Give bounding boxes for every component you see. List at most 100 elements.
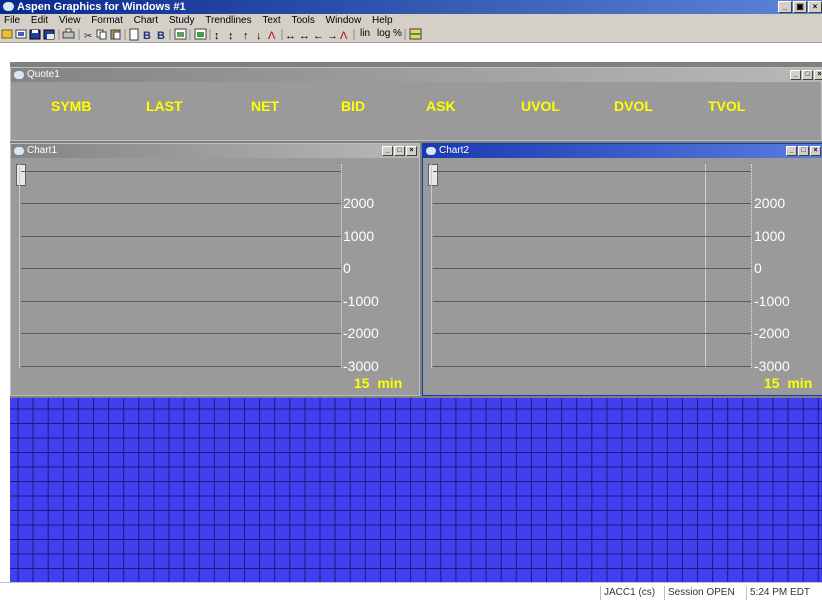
chart2-y-label: 0: [754, 260, 762, 276]
quote-col-dvol[interactable]: DVOL: [614, 98, 653, 114]
menu-edit[interactable]: Edit: [31, 15, 48, 26]
expand-vertical-icon[interactable]: ↕: [214, 30, 220, 42]
quote-grid-area[interactable]: [10, 398, 822, 582]
new-chart-icon[interactable]: [15, 29, 27, 39]
chart2-gridline: [433, 333, 751, 334]
expand-horizontal-icon[interactable]: ↔: [285, 30, 296, 42]
chart1-y-label: -2000: [343, 325, 379, 341]
quote-col-net[interactable]: NET: [251, 98, 279, 114]
maximize-icon[interactable]: ▣: [793, 1, 807, 13]
paste-icon[interactable]: [110, 29, 121, 40]
red-horizontal-icon[interactable]: Λ: [340, 30, 348, 42]
chart2-gridline: [433, 268, 751, 269]
app-titlebar[interactable]: Aspen Graphics for Windows #1 _ ▣ ×: [0, 0, 822, 14]
svg-text:↓: ↓: [256, 30, 262, 42]
menu-chart[interactable]: Chart: [134, 15, 158, 26]
chart2-y-label: 2000: [754, 195, 786, 211]
log-scale-button[interactable]: log: [377, 28, 390, 40]
chart1-titlebar[interactable]: Chart1 _ □ ×: [11, 144, 419, 158]
maximize-icon[interactable]: □: [394, 146, 405, 156]
menu-file[interactable]: File: [4, 15, 20, 26]
chart1-window-controls: _ □ ×: [381, 146, 417, 160]
chart2-interval-unit: min: [787, 375, 813, 391]
bold-b-alt-icon[interactable]: B: [157, 30, 165, 42]
panel-icon[interactable]: [409, 28, 422, 40]
chart1-y-label: 0: [343, 260, 351, 276]
quote-title: Quote1: [27, 69, 60, 80]
save-icon[interactable]: [29, 29, 41, 40]
maximize-icon[interactable]: □: [798, 146, 809, 156]
save-as-icon[interactable]: [43, 29, 55, 40]
close-icon[interactable]: ×: [808, 1, 822, 13]
chart1-gridline: [21, 268, 341, 269]
compress-vertical-icon[interactable]: ↕: [228, 30, 234, 42]
minimize-icon[interactable]: _: [382, 146, 393, 156]
close-icon[interactable]: ×: [810, 146, 821, 156]
new-page-icon[interactable]: [129, 28, 139, 41]
minimize-icon[interactable]: _: [790, 70, 801, 80]
percent-scale-button[interactable]: %: [393, 28, 402, 40]
menu-study[interactable]: Study: [169, 15, 195, 26]
quote-col-ask[interactable]: ASK: [426, 98, 456, 114]
svg-text:B: B: [143, 30, 151, 42]
chart2-left-edge: [431, 164, 432, 368]
chart2-plot[interactable]: 2000 1000 0 -1000 -2000 -3000 15 min: [425, 160, 822, 394]
bold-b-icon[interactable]: B: [143, 30, 151, 42]
arrow-up-icon[interactable]: ↑: [243, 30, 249, 42]
chart2-axis-line: [751, 164, 753, 368]
chart1-interval-value: 15: [354, 375, 370, 391]
arrow-down-icon[interactable]: ↓: [256, 30, 262, 42]
quote-col-bid[interactable]: BID: [341, 98, 365, 114]
chart1-gridline: [21, 366, 341, 367]
quote-col-last[interactable]: LAST: [146, 98, 183, 114]
status-session: Session OPEN: [664, 586, 738, 600]
minimize-icon[interactable]: _: [778, 1, 792, 13]
svg-text:B: B: [157, 30, 165, 42]
copy-icon[interactable]: [96, 29, 107, 40]
chart2-window-icon: [426, 147, 436, 155]
arrow-right-icon[interactable]: →: [327, 30, 338, 42]
red-compass-icon[interactable]: Λ: [268, 30, 276, 42]
menu-window[interactable]: Window: [326, 15, 362, 26]
menu-text[interactable]: Text: [262, 15, 280, 26]
status-time: 5:24 PM EDT: [746, 586, 813, 600]
minimize-icon[interactable]: _: [786, 146, 797, 156]
menu-trendlines[interactable]: Trendlines: [205, 15, 251, 26]
maximize-icon[interactable]: □: [802, 70, 813, 80]
toolbar: ✂ B B ↕ ↕ ↑ ↓ Λ ↔ ↔ ← → Λ lin log %: [0, 27, 822, 43]
menu-view[interactable]: View: [59, 15, 81, 26]
chart-window-icon[interactable]: [194, 28, 207, 40]
lin-scale-button[interactable]: lin: [360, 28, 370, 40]
chart1-gridline: [21, 333, 341, 334]
menu-tools[interactable]: Tools: [291, 15, 314, 26]
chart2-y-label: 1000: [754, 228, 786, 244]
window-icon[interactable]: [174, 28, 187, 40]
chart2-scroll-handle[interactable]: [428, 164, 438, 186]
print-icon[interactable]: [62, 28, 75, 39]
chart1-interval-unit: min: [377, 375, 403, 391]
chart1-gridline: [21, 301, 341, 302]
chart1-interval[interactable]: 15 min: [354, 375, 402, 391]
chart1-scroll-handle[interactable]: [16, 164, 26, 186]
chart2-cursor-line: [705, 164, 706, 368]
close-icon[interactable]: ×: [814, 70, 822, 80]
chart2-gridline: [433, 236, 751, 237]
chart1-plot[interactable]: 2000 1000 0 -1000 -2000 -3000 15 min: [13, 160, 417, 394]
quote-col-tvol[interactable]: TVOL: [708, 98, 745, 114]
close-icon[interactable]: ×: [406, 146, 417, 156]
app-icon: [3, 2, 14, 11]
chart2-titlebar[interactable]: Chart2 _ □ ×: [423, 144, 822, 158]
status-bar: JACC1 (cs) Session OPEN 5:24 PM EDT: [0, 582, 822, 602]
arrow-left-icon[interactable]: ←: [313, 30, 324, 42]
chart2-interval[interactable]: 15 min: [764, 375, 812, 391]
quote-col-symb[interactable]: SYMB: [51, 98, 91, 114]
compress-horizontal-icon[interactable]: ↔: [299, 30, 310, 42]
quote-titlebar[interactable]: Quote1 _ □ ×: [11, 68, 822, 82]
chart2-gridline: [433, 366, 751, 367]
menu-format[interactable]: Format: [91, 15, 123, 26]
open-icon[interactable]: [1, 29, 13, 39]
chart1-window: Chart1 _ □ × 2000 1000 0 -1000 -2000 -3000…: [10, 143, 420, 396]
cut-icon[interactable]: ✂: [84, 31, 92, 42]
quote-col-uvol[interactable]: UVOL: [521, 98, 560, 114]
menu-help[interactable]: Help: [372, 15, 393, 26]
